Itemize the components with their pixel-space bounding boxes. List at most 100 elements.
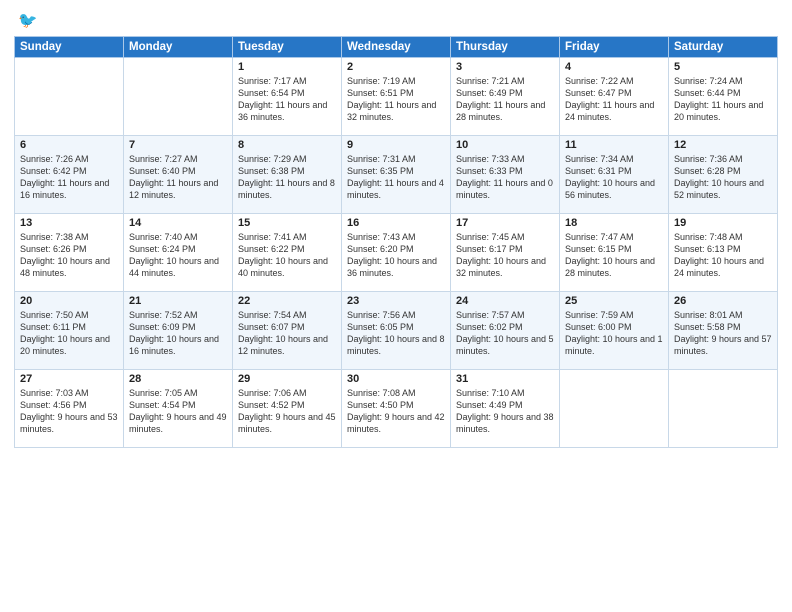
calendar-cell: 7Sunrise: 7:27 AMSunset: 6:40 PMDaylight… — [124, 136, 233, 214]
day-number: 12 — [674, 139, 772, 151]
calendar-cell — [124, 58, 233, 136]
day-number: 29 — [238, 373, 336, 385]
calendar-cell: 1 Sunrise: 7:17 AMSunset: 6:54 PMDaylight… — [233, 58, 342, 136]
weekday-header-saturday: Saturday — [669, 37, 778, 58]
weekday-header-sunday: Sunday — [15, 37, 124, 58]
cell-info: Sunrise: 7:43 AMSunset: 6:20 PMDaylight:… — [347, 231, 445, 280]
cell-info: Sunrise: 7:31 AMSunset: 6:35 PMDaylight:… — [347, 153, 445, 202]
logo-icon: 🐦 — [18, 10, 38, 30]
cell-info: Sunrise: 7:21 AMSunset: 6:49 PMDaylight:… — [456, 75, 554, 124]
header: 🐦 — [14, 10, 778, 30]
day-number: 8 — [238, 139, 336, 151]
calendar-cell: 18 Sunrise: 7:47 AMSunset: 6:15 PMDayligh… — [560, 214, 669, 292]
week-row-2: 6 Sunrise: 7:26 AMSunset: 6:42 PMDaylight… — [15, 136, 778, 214]
day-number: 31 — [456, 373, 554, 385]
cell-info: Sunrise: 7:50 AMSunset: 6:11 PMDaylight:… — [20, 309, 118, 358]
svg-text:🐦: 🐦 — [18, 13, 37, 30]
week-row-1: 1 Sunrise: 7:17 AMSunset: 6:54 PMDaylight… — [15, 58, 778, 136]
cell-info: Sunrise: 7:38 AMSunset: 6:26 PMDaylight:… — [20, 231, 118, 280]
cell-info: Sunrise: 7:56 AMSunset: 6:05 PMDaylight:… — [347, 309, 445, 358]
cell-info: Sunrise: 7:47 AMSunset: 6:15 PMDaylight:… — [565, 231, 663, 280]
calendar-cell: 11 Sunrise: 7:34 AMSunset: 6:31 PMDayligh… — [560, 136, 669, 214]
cell-info: Sunrise: 7:33 AMSunset: 6:33 PMDaylight:… — [456, 153, 554, 202]
cell-info: Sunrise: 7:26 AMSunset: 6:42 PMDaylight:… — [20, 153, 118, 202]
weekday-header-row: SundayMondayTuesdayWednesdayThursdayFrid… — [15, 37, 778, 58]
calendar-cell: 2Sunrise: 7:19 AMSunset: 6:51 PMDaylight… — [342, 58, 451, 136]
calendar-cell: 17 Sunrise: 7:45 AMSunset: 6:17 PMDayligh… — [451, 214, 560, 292]
calendar-cell: 4 Sunrise: 7:22 AMSunset: 6:47 PMDaylight… — [560, 58, 669, 136]
calendar-cell: 26 Sunrise: 8:01 AMSunset: 5:58 PMDayligh… — [669, 292, 778, 370]
calendar-cell: 19 Sunrise: 7:48 AMSunset: 6:13 PMDayligh… — [669, 214, 778, 292]
day-number: 19 — [674, 217, 772, 229]
cell-info: Sunrise: 7:17 AMSunset: 6:54 PMDaylight:… — [238, 75, 336, 124]
day-number: 3 — [456, 61, 554, 73]
cell-info: Sunrise: 7:03 AMSunset: 4:56 PMDaylight:… — [20, 387, 118, 436]
cell-info: Sunrise: 7:24 AMSunset: 6:44 PMDaylight:… — [674, 75, 772, 124]
day-number: 4 — [565, 61, 663, 73]
calendar-cell: 16 Sunrise: 7:43 AMSunset: 6:20 PMDayligh… — [342, 214, 451, 292]
calendar-cell — [669, 370, 778, 448]
day-number: 5 — [674, 61, 772, 73]
calendar-cell: 8 Sunrise: 7:29 AMSunset: 6:38 PMDaylight… — [233, 136, 342, 214]
calendar-cell: 29 Sunrise: 7:06 AMSunset: 4:52 PMDayligh… — [233, 370, 342, 448]
day-number: 6 — [20, 139, 118, 151]
weekday-header-monday: Monday — [124, 37, 233, 58]
cell-info: Sunrise: 7:06 AMSunset: 4:52 PMDaylight:… — [238, 387, 336, 436]
logo: 🐦 — [14, 10, 42, 30]
cell-info: Sunrise: 7:40 AMSunset: 6:24 PMDaylight:… — [129, 231, 227, 280]
week-row-3: 13 Sunrise: 7:38 AMSunset: 6:26 PMDayligh… — [15, 214, 778, 292]
calendar-cell: 6 Sunrise: 7:26 AMSunset: 6:42 PMDaylight… — [15, 136, 124, 214]
day-number: 23 — [347, 295, 445, 307]
cell-info: Sunrise: 7:48 AMSunset: 6:13 PMDaylight:… — [674, 231, 772, 280]
day-number: 10 — [456, 139, 554, 151]
day-number: 17 — [456, 217, 554, 229]
day-number: 18 — [565, 217, 663, 229]
cell-info: Sunrise: 7:08 AMSunset: 4:50 PMDaylight:… — [347, 387, 445, 436]
day-number: 11 — [565, 139, 663, 151]
cell-info: Sunrise: 7:52 AMSunset: 6:09 PMDaylight:… — [129, 309, 227, 358]
weekday-header-tuesday: Tuesday — [233, 37, 342, 58]
calendar-cell: 21 Sunrise: 7:52 AMSunset: 6:09 PMDayligh… — [124, 292, 233, 370]
calendar-cell: 13 Sunrise: 7:38 AMSunset: 6:26 PMDayligh… — [15, 214, 124, 292]
day-number: 14 — [129, 217, 227, 229]
day-number: 30 — [347, 373, 445, 385]
cell-info: Sunrise: 7:41 AMSunset: 6:22 PMDaylight:… — [238, 231, 336, 280]
calendar-cell: 31 Sunrise: 7:10 AMSunset: 4:49 PMDayligh… — [451, 370, 560, 448]
day-number: 1 — [238, 61, 336, 73]
day-number: 27 — [20, 373, 118, 385]
cell-info: Sunrise: 7:10 AMSunset: 4:49 PMDaylight:… — [456, 387, 554, 436]
calendar-cell: 27 Sunrise: 7:03 AMSunset: 4:56 PMDayligh… — [15, 370, 124, 448]
day-number: 7 — [129, 139, 227, 151]
calendar-cell: 15Sunrise: 7:41 AMSunset: 6:22 PMDayligh… — [233, 214, 342, 292]
cell-info: Sunrise: 7:36 AMSunset: 6:28 PMDaylight:… — [674, 153, 772, 202]
week-row-4: 20 Sunrise: 7:50 AMSunset: 6:11 PMDayligh… — [15, 292, 778, 370]
day-number: 21 — [129, 295, 227, 307]
calendar-cell: 30 Sunrise: 7:08 AMSunset: 4:50 PMDayligh… — [342, 370, 451, 448]
calendar-cell: 3 Sunrise: 7:21 AMSunset: 6:49 PMDaylight… — [451, 58, 560, 136]
calendar-page: 🐦 SundayMondayTuesdayWednesdayThursdayFr… — [0, 0, 792, 612]
day-number: 16 — [347, 217, 445, 229]
day-number: 2 — [347, 61, 445, 73]
calendar-cell: 23 Sunrise: 7:56 AMSunset: 6:05 PMDayligh… — [342, 292, 451, 370]
calendar-cell: 12 Sunrise: 7:36 AMSunset: 6:28 PMDayligh… — [669, 136, 778, 214]
cell-info: Sunrise: 7:29 AMSunset: 6:38 PMDaylight:… — [238, 153, 336, 202]
day-number: 25 — [565, 295, 663, 307]
cell-info: Sunrise: 7:34 AMSunset: 6:31 PMDaylight:… — [565, 153, 663, 202]
cell-info: Sunrise: 7:22 AMSunset: 6:47 PMDaylight:… — [565, 75, 663, 124]
calendar-cell: 20 Sunrise: 7:50 AMSunset: 6:11 PMDayligh… — [15, 292, 124, 370]
day-number: 22 — [238, 295, 336, 307]
calendar-cell: 14 Sunrise: 7:40 AMSunset: 6:24 PMDayligh… — [124, 214, 233, 292]
cell-info: Sunrise: 7:05 AMSunset: 4:54 PMDaylight:… — [129, 387, 227, 436]
cell-info: Sunrise: 7:45 AMSunset: 6:17 PMDaylight:… — [456, 231, 554, 280]
weekday-header-friday: Friday — [560, 37, 669, 58]
day-number: 13 — [20, 217, 118, 229]
calendar-cell: 5 Sunrise: 7:24 AMSunset: 6:44 PMDaylight… — [669, 58, 778, 136]
cell-info: Sunrise: 7:54 AMSunset: 6:07 PMDaylight:… — [238, 309, 336, 358]
day-number: 26 — [674, 295, 772, 307]
calendar-cell: 22 Sunrise: 7:54 AMSunset: 6:07 PMDayligh… — [233, 292, 342, 370]
day-number: 20 — [20, 295, 118, 307]
day-number: 24 — [456, 295, 554, 307]
calendar-cell — [560, 370, 669, 448]
cell-info: Sunrise: 8:01 AMSunset: 5:58 PMDaylight:… — [674, 309, 772, 358]
calendar-cell: 9Sunrise: 7:31 AMSunset: 6:35 PMDaylight… — [342, 136, 451, 214]
